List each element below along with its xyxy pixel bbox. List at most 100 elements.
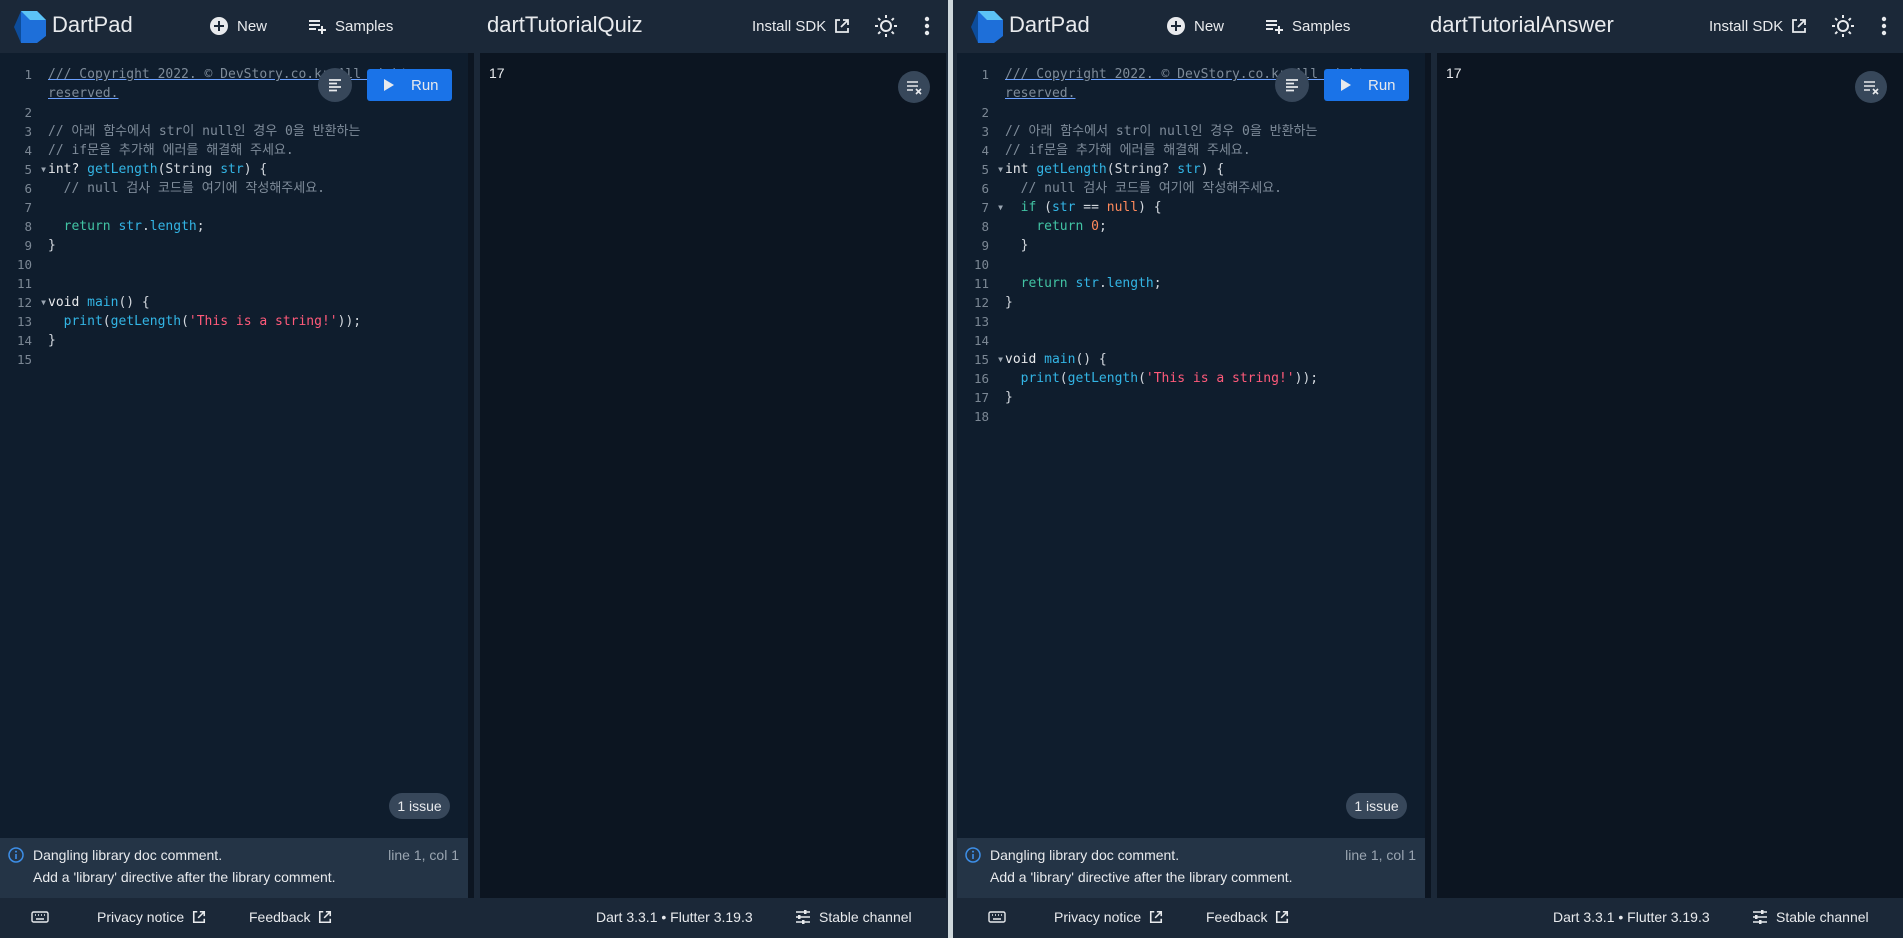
channel-selector[interactable]: Stable channel xyxy=(795,909,912,925)
brightness-icon[interactable] xyxy=(1831,14,1855,38)
clear-console-button[interactable] xyxy=(1855,71,1887,103)
install-sdk-button[interactable]: Install SDK xyxy=(1709,12,1807,40)
line-number: 1 xyxy=(24,67,32,82)
code-editor[interactable]: 1 2 3 4 5 ▼ 6 7 8 9 10 11 12 ▼ 13 14 15 /// Copyright 20… xyxy=(0,53,468,838)
code-line[interactable] xyxy=(48,274,458,293)
channel-selector[interactable]: Stable channel xyxy=(1752,909,1869,925)
playlist-add-icon xyxy=(309,20,326,34)
info-icon xyxy=(8,847,24,863)
privacy-notice-link[interactable]: Privacy notice xyxy=(1054,909,1163,925)
code-editor[interactable]: 1 2 3 4 5 ▼ 6 7 ▼ 8 9 10 11 12 13 14 15 ▼ 16 17 18 /// Copyr… xyxy=(957,53,1425,838)
code-line[interactable]: // 아래 함수에서 str이 null인 경우 0을 반환하는 xyxy=(1005,122,1415,141)
code-line[interactable] xyxy=(1005,331,1415,350)
code-line[interactable]: // null 검사 코드를 여기에 작성해주세요. xyxy=(1005,179,1415,198)
version-info: Dart 3.3.1 • Flutter 3.19.3 xyxy=(596,909,753,925)
code-line[interactable]: return 0; xyxy=(1005,217,1415,236)
code-line[interactable]: // if문을 추가해 에러를 해결해 주세요. xyxy=(1005,141,1415,160)
line-number: 10 xyxy=(16,257,32,272)
open-in-new-icon xyxy=(1150,910,1163,924)
code-line[interactable] xyxy=(1005,103,1415,122)
line-number: 4 xyxy=(24,143,32,158)
version-info: Dart 3.3.1 • Flutter 3.19.3 xyxy=(1553,909,1710,925)
code-line[interactable]: } xyxy=(1005,293,1415,312)
brightness-icon[interactable] xyxy=(874,14,898,38)
feedback-link[interactable]: Feedback xyxy=(1206,909,1289,925)
format-button[interactable] xyxy=(318,68,352,102)
format-button[interactable] xyxy=(1275,68,1309,102)
code-line[interactable]: void main() { xyxy=(48,293,458,312)
fold-toggle-icon[interactable]: ▼ xyxy=(998,350,1003,369)
code-line[interactable] xyxy=(1005,407,1415,426)
code-line[interactable]: if (str == null) { xyxy=(1005,198,1415,217)
code-line[interactable]: // 아래 함수에서 str이 null인 경우 0을 반환하는 xyxy=(48,122,458,141)
keyboard-shortcuts-button[interactable] xyxy=(988,911,1006,923)
samples-button[interactable]: Samples xyxy=(307,12,393,40)
code-line[interactable]: int? getLength(String str) { xyxy=(48,160,458,179)
issues-count-badge[interactable]: 1 issue xyxy=(389,793,450,819)
keyboard-shortcuts-button[interactable] xyxy=(31,911,49,923)
line-number: 18 xyxy=(973,409,989,424)
more-vert-icon[interactable] xyxy=(1875,14,1893,38)
code-line[interactable] xyxy=(48,198,458,217)
samples-button[interactable]: Samples xyxy=(1264,12,1350,40)
code-line[interactable]: } xyxy=(48,331,458,350)
info-icon xyxy=(965,847,981,863)
privacy-notice-link[interactable]: Privacy notice xyxy=(97,909,206,925)
code-line[interactable]: void main() { xyxy=(1005,350,1415,369)
code-line[interactable]: return str.length; xyxy=(48,217,458,236)
code-line[interactable] xyxy=(1005,255,1415,274)
code-line[interactable]: int getLength(String? str) { xyxy=(1005,160,1415,179)
more-vert-icon[interactable] xyxy=(918,14,936,38)
code-line[interactable]: print(getLength('This is a string!')); xyxy=(48,312,458,331)
brand-name: DartPad xyxy=(52,12,133,37)
run-button[interactable]: Run xyxy=(367,69,452,101)
problem-location[interactable]: line 1, col 1 xyxy=(1345,847,1416,863)
code-line[interactable] xyxy=(48,255,458,274)
new-button[interactable]: New xyxy=(209,12,267,40)
app-toolbar: DartPad New Samples dartTutorialQuiz Ins… xyxy=(0,0,946,53)
line-number: 12 ▼ xyxy=(16,295,46,310)
code-line[interactable]: } xyxy=(1005,388,1415,407)
line-number xyxy=(957,84,995,103)
fold-toggle-icon[interactable]: ▼ xyxy=(998,198,1003,217)
code-lines[interactable]: /// Copyright 2022. © DevStory.co.kr All… xyxy=(1005,65,1415,426)
tune-icon xyxy=(1753,910,1767,924)
feedback-link[interactable]: Feedback xyxy=(249,909,332,925)
fold-toggle-icon[interactable]: ▼ xyxy=(41,293,46,312)
code-line[interactable]: } xyxy=(1005,236,1415,255)
line-number: 12 xyxy=(973,295,989,310)
problem-fix-hint: Add a 'library' directive after the libr… xyxy=(33,869,336,885)
code-line[interactable] xyxy=(48,350,458,369)
console-output-text: 17 xyxy=(1446,65,1462,81)
code-line[interactable]: // if문을 추가해 에러를 해결해 주세요. xyxy=(48,141,458,160)
code-line[interactable]: return str.length; xyxy=(1005,274,1415,293)
problem-location[interactable]: line 1, col 1 xyxy=(388,847,459,863)
code-line[interactable] xyxy=(48,103,458,122)
add-circle-icon xyxy=(210,17,228,35)
run-button[interactable]: Run xyxy=(1324,69,1409,101)
code-line[interactable]: } xyxy=(48,236,458,255)
new-button[interactable]: New xyxy=(1166,12,1224,40)
code-lines[interactable]: /// Copyright 2022. © DevStory.co.kr All… xyxy=(48,65,458,369)
feedback-label: Feedback xyxy=(249,909,311,925)
play-icon xyxy=(1341,79,1351,91)
channel-label: Stable channel xyxy=(819,909,912,925)
line-number: 3 xyxy=(24,124,32,139)
console-output-panel: 17 xyxy=(1431,53,1903,898)
issues-count-badge[interactable]: 1 issue xyxy=(1346,793,1407,819)
code-line[interactable] xyxy=(1005,312,1415,331)
open-in-new-icon xyxy=(1792,19,1807,33)
fold-toggle-icon[interactable]: ▼ xyxy=(998,160,1003,179)
install-sdk-button[interactable]: Install SDK xyxy=(752,12,850,40)
line-number: 8 xyxy=(24,219,32,234)
line-number: 16 xyxy=(973,371,989,386)
code-line[interactable]: // null 검사 코드를 여기에 작성해주세요. xyxy=(48,179,458,198)
code-line[interactable]: print(getLength('This is a string!')); xyxy=(1005,369,1415,388)
line-number: 9 xyxy=(24,238,32,253)
line-number: 6 xyxy=(981,181,989,196)
gist-title: dartTutorialAnswer xyxy=(1430,12,1614,37)
fold-toggle-icon[interactable]: ▼ xyxy=(41,160,46,179)
brand-name: DartPad xyxy=(1009,12,1090,37)
run-label: Run xyxy=(1368,76,1396,94)
clear-console-button[interactable] xyxy=(898,71,930,103)
